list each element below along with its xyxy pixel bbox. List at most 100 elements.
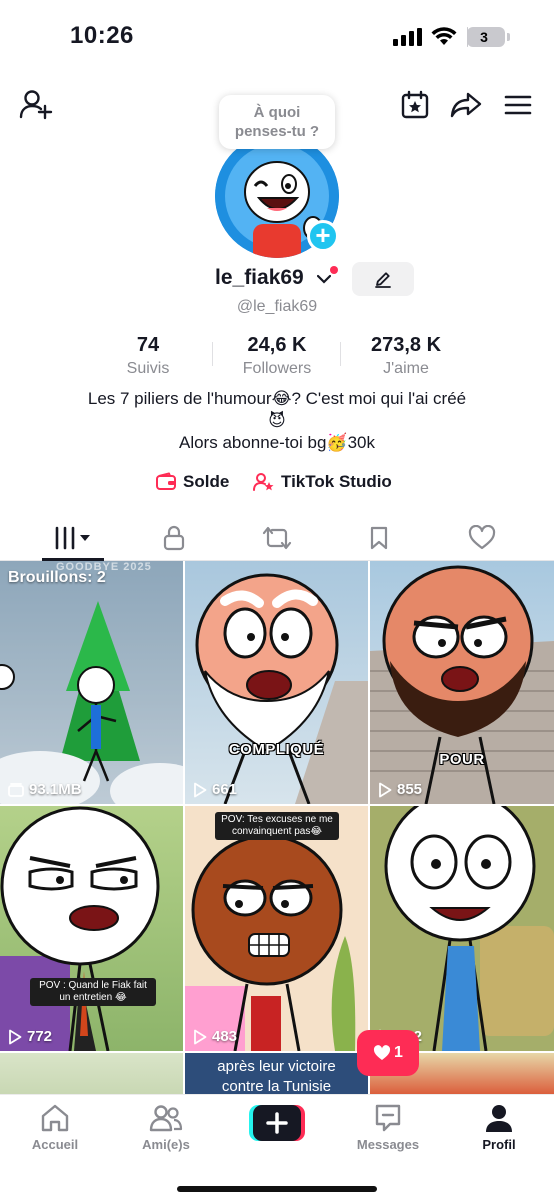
view-count-value: 772	[27, 1028, 53, 1045]
friends-icon	[149, 1105, 183, 1132]
bio-line: Alors abonne-toi bg🥳30k	[178, 433, 375, 452]
signal-icon	[393, 28, 422, 46]
status-time: 10:26	[70, 22, 134, 49]
tab-favorites[interactable]	[324, 515, 434, 560]
profile-icon	[486, 1105, 512, 1132]
bottom-nav: Accueil Ami(e)s Messages Profil	[0, 1094, 554, 1200]
view-count-value: 661	[212, 781, 238, 798]
messages-icon	[375, 1104, 401, 1132]
balance-link[interactable]: Solde	[155, 472, 229, 492]
pencil-icon	[375, 272, 391, 288]
draft-size: 93.1MB	[8, 781, 82, 798]
link-label: Solde	[183, 472, 230, 491]
thumbnail-art	[370, 806, 554, 1051]
thumbnail-art	[0, 806, 160, 1051]
draft-size-value: 93.1MB	[29, 781, 82, 798]
add-friend-button[interactable]	[18, 88, 54, 122]
calendar-button[interactable]	[398, 88, 432, 122]
stat-followers[interactable]: 24,6 K Followers	[228, 334, 326, 378]
create-button[interactable]	[249, 1105, 305, 1141]
profile-tabs	[0, 515, 554, 561]
wifi-icon	[431, 27, 457, 45]
heart-icon	[468, 524, 496, 549]
view-count: 772	[8, 1028, 52, 1045]
link-label: TikTok Studio	[281, 472, 392, 491]
play-icon	[194, 782, 207, 797]
video-tile[interactable]: 162	[370, 806, 554, 1051]
add-friend-icon	[19, 90, 53, 120]
thought-bubble-line2: penses-tu ?	[234, 123, 320, 140]
create-icon	[249, 1105, 305, 1141]
studio-icon	[253, 473, 274, 491]
stat-label: Followers	[242, 360, 312, 377]
view-count-value: 483	[212, 1028, 238, 1045]
lock-icon	[163, 525, 185, 550]
edit-profile-button[interactable]	[352, 262, 414, 296]
thought-bubble[interactable]: À quoi penses-tu ?	[219, 95, 335, 149]
nav-label: Ami(e)s	[142, 1137, 190, 1152]
view-count: 661	[193, 781, 237, 798]
stat-value: 74	[136, 334, 160, 356]
stats: 74 Suivis 24,6 K Followers 273,8 K J'aim…	[0, 334, 554, 380]
home-icon	[41, 1104, 69, 1132]
tab-videos[interactable]	[18, 515, 128, 560]
add-story-button[interactable]: +	[307, 220, 339, 252]
video-tile[interactable]: POV: Tes excuses ne me convainquent pas😂…	[185, 806, 368, 1051]
handle: @le_fiak69	[236, 298, 318, 315]
tab-reposts[interactable]	[222, 515, 332, 560]
heart-filled-icon	[373, 1045, 391, 1060]
menu-button[interactable]	[500, 88, 536, 122]
stat-value: 273,8 K	[370, 334, 442, 356]
like-notification[interactable]: 1	[357, 1030, 419, 1076]
battery-icon: 3	[467, 27, 505, 47]
username[interactable]: le_fiak69	[215, 266, 304, 290]
home-indicator	[177, 1186, 377, 1192]
divider	[212, 342, 213, 366]
thumbnail-art	[185, 806, 368, 1051]
wallet-icon	[156, 472, 176, 490]
view-count-value: 855	[397, 781, 423, 798]
thumbnail-art	[195, 573, 368, 804]
stat-value: 24,6 K	[247, 334, 307, 356]
drafts-tile[interactable]: GOODBYE 2025 Brouillons: 2 93.1MB	[0, 561, 183, 804]
videos-grid-icon	[55, 526, 90, 549]
bookmark-icon	[370, 526, 388, 549]
share-profile-button[interactable]	[448, 88, 484, 122]
video-caption-line: après leur victoire	[217, 1058, 336, 1075]
stat-label: J'aime	[383, 360, 429, 377]
tab-private[interactable]	[119, 515, 229, 560]
play-icon	[379, 782, 392, 797]
nav-label: Profil	[482, 1137, 516, 1152]
nav-friends[interactable]: Ami(e)s	[116, 1103, 216, 1152]
nav-profile[interactable]: Profil	[449, 1103, 549, 1152]
play-icon	[9, 1029, 22, 1044]
nav-label: Accueil	[31, 1137, 79, 1152]
video-caption: POUR	[439, 751, 485, 768]
tiktok-studio-link[interactable]: TikTok Studio	[253, 472, 392, 492]
notification-dot	[330, 266, 338, 274]
stat-likes[interactable]: 273,8 K J'aime	[356, 334, 456, 378]
thought-bubble-line1: À quoi	[253, 104, 301, 121]
nav-home[interactable]: Accueil	[5, 1103, 105, 1152]
battery-label: 3	[480, 29, 488, 45]
chevron-down-icon[interactable]	[317, 274, 331, 284]
video-tile[interactable]: POV : Quand le Fiak fait un entretien 😂 …	[0, 806, 183, 1051]
username-row: le_fiak69	[0, 264, 554, 296]
video-pov-caption: POV : Quand le Fiak fait un entretien 😂	[30, 978, 156, 1006]
nav-messages[interactable]: Messages	[338, 1103, 438, 1152]
video-tile[interactable]: POUR 855	[370, 561, 554, 804]
view-count: 855	[378, 781, 422, 798]
bio-line: Les 7 piliers de l'humour😂? C'est moi qu…	[87, 389, 467, 408]
share-icon	[450, 92, 482, 118]
tab-liked[interactable]	[427, 515, 537, 560]
video-caption: COMPLIQUÉ	[228, 741, 325, 758]
bio-line: 😈	[268, 411, 286, 430]
view-count: 483	[193, 1028, 237, 1045]
thumbnail-art	[0, 561, 183, 804]
like-count: 1	[394, 1044, 403, 1061]
video-pov-caption: POV: Tes excuses ne me convainquent pas😂	[215, 812, 339, 840]
nav-label: Messages	[356, 1137, 420, 1152]
stat-following[interactable]: 74 Suivis	[110, 334, 186, 378]
divider	[340, 342, 341, 366]
video-tile[interactable]: COMPLIQUÉ 661	[185, 561, 368, 804]
